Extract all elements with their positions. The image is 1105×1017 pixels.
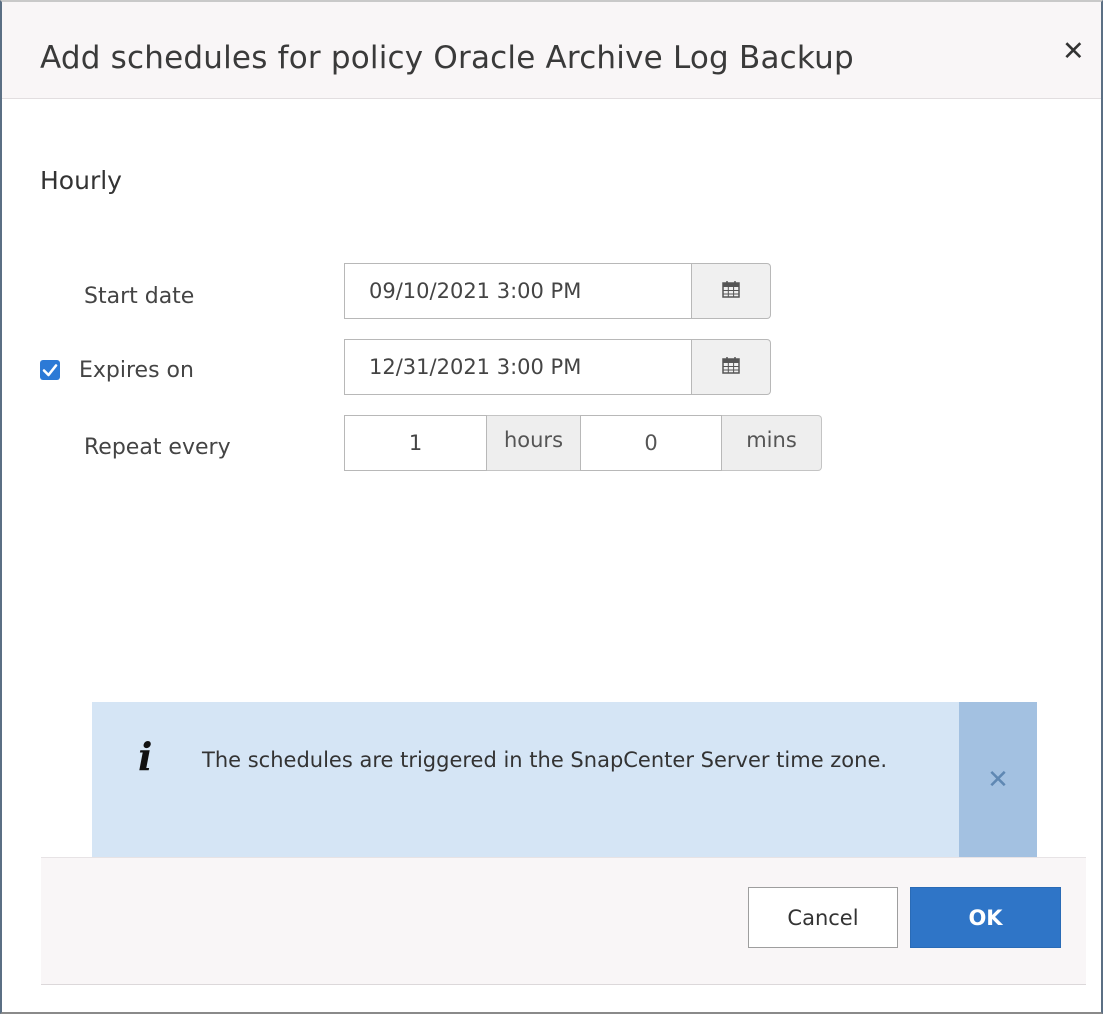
start-date-label: Start date [84,284,195,309]
start-date-calendar-button[interactable] [692,263,771,319]
calendar-icon [722,356,740,378]
hours-unit-label: hours [487,415,580,471]
calendar-icon [722,280,740,302]
expires-on-group [344,339,771,395]
close-icon[interactable]: ✕ [1062,38,1085,65]
start-date-group [344,263,771,319]
info-message: The schedules are triggered in the SnapC… [202,748,888,772]
repeat-every-label: Repeat every [84,435,231,460]
timezone-info-banner: i The schedules are triggered in the Sna… [92,702,1037,858]
mins-unit-label: mins [722,415,822,471]
cancel-button[interactable]: Cancel [748,887,898,948]
dialog-header: Add schedules for policy Oracle Archive … [2,2,1101,99]
expires-on-input[interactable] [344,339,692,395]
add-schedules-dialog: Add schedules for policy Oracle Archive … [0,0,1103,1014]
ok-button[interactable]: OK [910,887,1061,948]
dialog-title: Add schedules for policy Oracle Archive … [40,40,854,76]
expires-on-checkbox[interactable] [40,360,60,380]
schedule-type-heading: Hourly [40,166,122,195]
repeat-every-group: hours mins [344,415,822,471]
repeat-mins-input[interactable] [580,415,722,471]
expires-on-calendar-button[interactable] [692,339,771,395]
start-date-input[interactable] [344,263,692,319]
checkmark-icon [42,364,58,377]
info-dismiss-button[interactable]: ✕ [959,702,1037,858]
repeat-hours-input[interactable] [344,415,487,471]
info-icon: i [138,734,153,779]
expires-on-label: Expires on [79,358,194,383]
dialog-footer: Cancel OK [41,857,1086,985]
close-icon: ✕ [987,765,1009,795]
